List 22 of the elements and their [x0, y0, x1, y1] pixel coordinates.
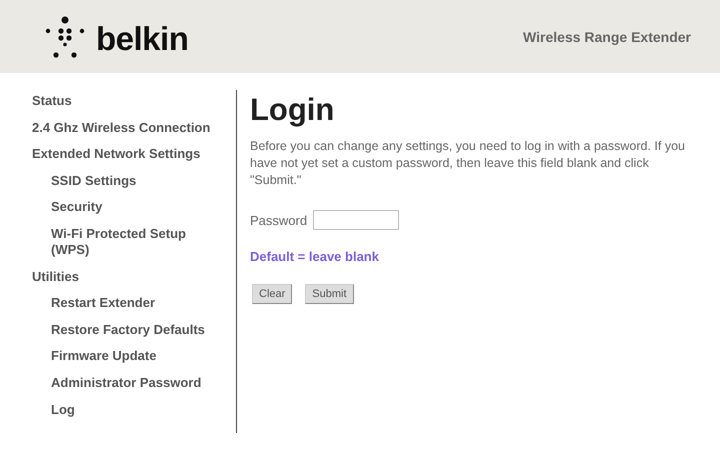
nav-link[interactable]: Status [32, 90, 236, 117]
nav-link[interactable]: Wi-Fi Protected Setup (WPS) [51, 222, 211, 266]
nav-link[interactable]: Restore Factory Defaults [51, 318, 211, 346]
form-button[interactable]: Clear [252, 284, 292, 304]
password-field[interactable] [313, 210, 400, 230]
form-button[interactable]: Submit [305, 284, 354, 304]
nav-link[interactable]: Firmware Update [51, 345, 211, 372]
nav-link[interactable]: Log [51, 398, 211, 426]
page-title: Login [250, 92, 336, 128]
default-hint: Default = leave blank [250, 249, 380, 264]
nav-link[interactable]: Restart Extender [51, 292, 211, 319]
nav-link[interactable]: SSID Settings [51, 170, 211, 196]
logo-text: belkin [96, 18, 188, 58]
nav-link[interactable]: Extended Network Settings [32, 143, 236, 170]
logo-icon [44, 16, 86, 58]
nav-link[interactable]: Utilities [32, 266, 236, 292]
nav-link[interactable]: Security [51, 196, 211, 223]
nav-link[interactable]: 2.4 Ghz Wireless Connection [32, 116, 236, 144]
product-name: Wireless Range Extender [523, 28, 691, 44]
intro-text: Before you can change any settings, you need to log in with a password. If you have not yet set a custom password, then leave this field blank and click "Submit." [250, 138, 686, 189]
password-label: Password [250, 212, 308, 228]
nav-link[interactable]: Administrator Password [51, 372, 211, 399]
